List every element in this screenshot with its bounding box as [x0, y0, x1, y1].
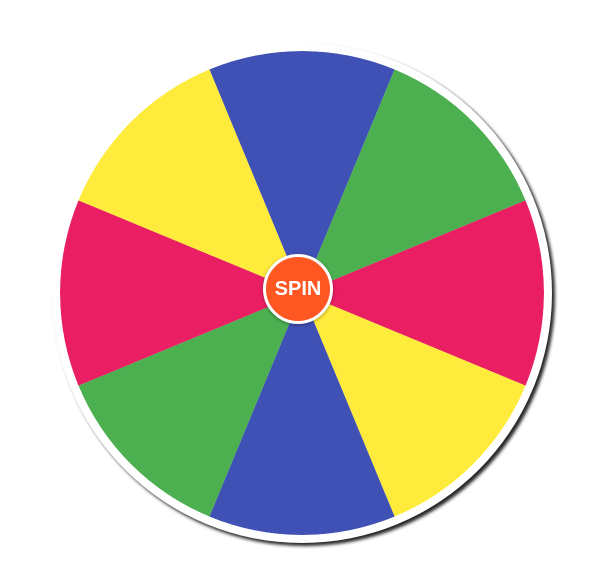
wheel-stage: SPIN	[0, 0, 599, 587]
prize-wheel[interactable]: SPIN	[52, 43, 552, 543]
spin-button[interactable]: SPIN	[263, 254, 333, 324]
